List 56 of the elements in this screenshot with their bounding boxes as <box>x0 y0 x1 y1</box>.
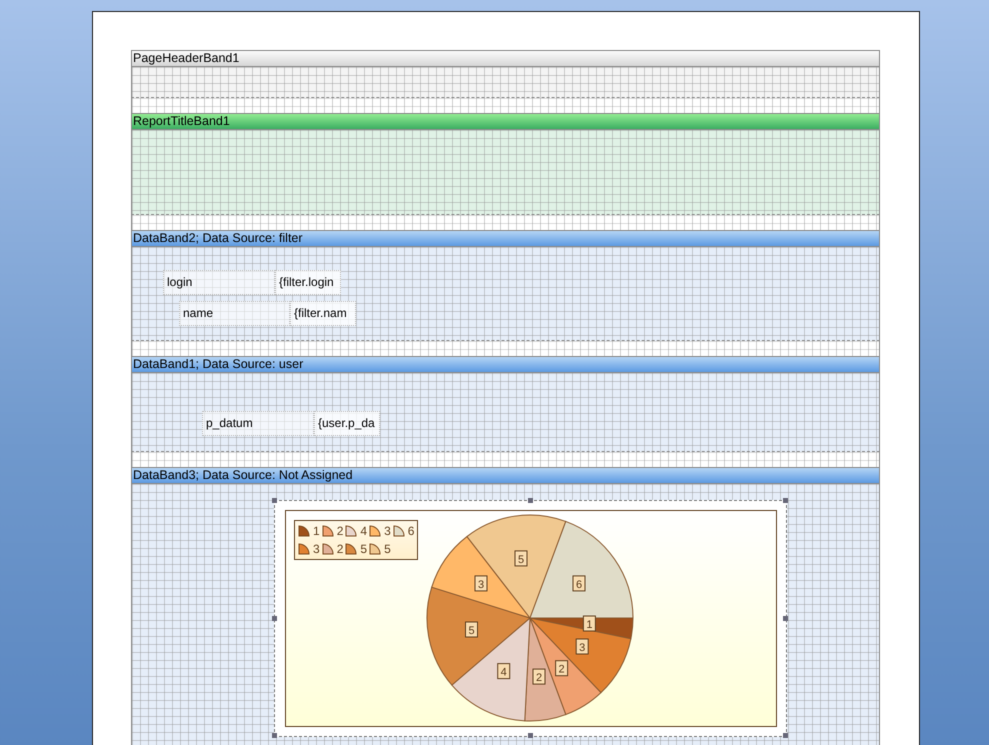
data-label: 1 <box>582 616 596 632</box>
legend-swatch-icon <box>298 525 310 537</box>
legend-label: 3 <box>313 541 320 558</box>
data-label: 5 <box>468 625 475 637</box>
legend-swatch-icon <box>369 525 382 537</box>
legend-label: 2 <box>336 523 344 540</box>
resize-handle[interactable] <box>783 733 788 738</box>
legend-swatch-icon <box>345 543 358 555</box>
data-label: 3 <box>474 575 488 592</box>
data-label: 2 <box>555 660 568 676</box>
data-label: 6 <box>576 578 582 591</box>
band-header[interactable]: DataBand2; Data Source: filter <box>131 230 880 247</box>
resize-handle[interactable] <box>528 498 532 503</box>
data-field[interactable]: {filter.login <box>275 270 341 295</box>
data-label: 2 <box>532 668 546 685</box>
resize-handle[interactable] <box>272 733 277 738</box>
legend-swatch-icon <box>369 543 382 555</box>
data-label: 2 <box>558 664 565 676</box>
legend-label: 6 <box>408 523 414 540</box>
text-label[interactable]: name <box>179 301 290 326</box>
band-header[interactable]: ReportTitleBand1 <box>131 113 880 130</box>
resize-handle[interactable] <box>272 616 277 620</box>
data-label: 5 <box>518 554 524 566</box>
data-label: 6 <box>572 575 586 592</box>
chart-object[interactable]: 5 3 6 5 1 3 4 2 2 1 3 2 2 4 5 3 5 6 <box>274 500 787 737</box>
data-label: 5 <box>465 622 478 638</box>
data-label: 3 <box>478 578 484 591</box>
legend-label: 3 <box>384 523 391 540</box>
text-label[interactable]: p_datum <box>202 411 314 436</box>
legend-swatch-icon <box>322 525 334 537</box>
legend-swatch-icon <box>322 543 334 555</box>
data-label: 5 <box>514 550 528 566</box>
resize-handle[interactable] <box>528 733 532 738</box>
data-label: 4 <box>497 663 510 680</box>
data-label: 1 <box>586 619 592 631</box>
data-field[interactable]: {filter.nam <box>290 301 356 326</box>
data-label: 4 <box>500 666 507 679</box>
resize-handle[interactable] <box>783 616 788 620</box>
band-header[interactable]: DataBand3; Data Source: Not Assigned <box>131 467 880 484</box>
data-label: 2 <box>536 672 542 684</box>
band-header[interactable]: DataBand1; Data Source: user <box>131 356 880 373</box>
data-label: 3 <box>579 642 586 654</box>
data-field[interactable]: {user.p_da <box>314 411 380 436</box>
legend-swatch-icon <box>392 525 405 537</box>
legend-swatch-icon <box>345 525 358 537</box>
legend-label: 5 <box>360 541 368 558</box>
band-header[interactable]: PageHeaderBand1 <box>131 50 880 67</box>
legend-label: 4 <box>360 523 368 540</box>
legend-label: 1 <box>313 523 320 540</box>
resize-handle[interactable] <box>783 498 788 503</box>
resize-handle[interactable] <box>272 498 277 503</box>
legend-label: 2 <box>336 541 344 558</box>
text-label[interactable]: login <box>163 270 275 295</box>
legend-label: 5 <box>384 541 391 558</box>
legend-swatch-icon <box>298 543 310 555</box>
data-label: 3 <box>576 638 589 654</box>
